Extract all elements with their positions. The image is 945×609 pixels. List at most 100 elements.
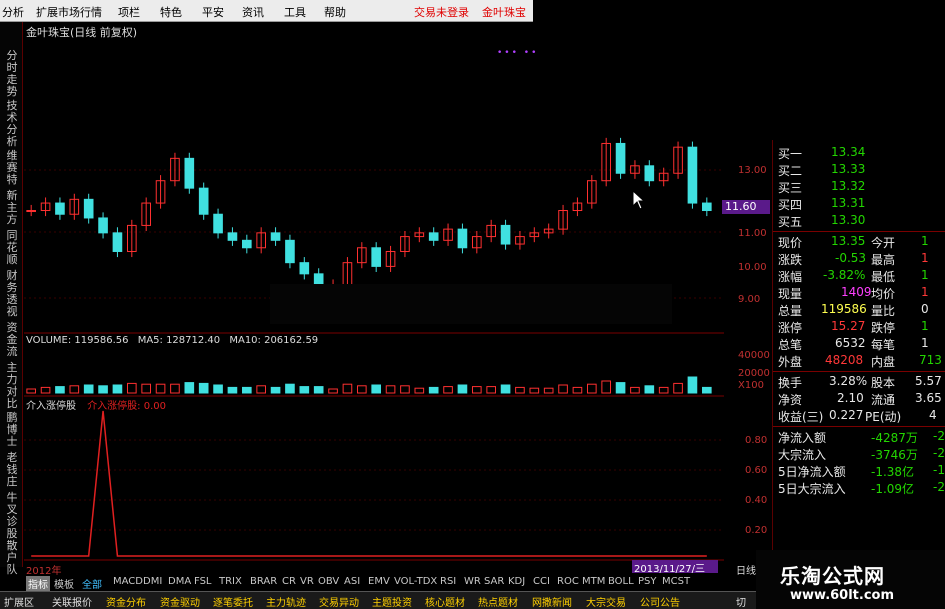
tab-psy[interactable]: PSY bbox=[638, 576, 657, 587]
tab-emv[interactable]: EMV bbox=[368, 576, 390, 587]
tab-obv[interactable]: OBV bbox=[318, 576, 339, 587]
tab-boll[interactable]: BOLL bbox=[608, 576, 634, 587]
volume-bar bbox=[500, 384, 511, 394]
volume-bar bbox=[112, 384, 123, 394]
tab-asi[interactable]: ASI bbox=[344, 576, 360, 587]
quote-panel: 买一 13.34 买二 13.33 买三 13.32 买四 13.31 买五 1… bbox=[772, 140, 945, 560]
sidebar-item-weisaite[interactable]: 维赛特 bbox=[5, 150, 19, 186]
menu-help[interactable]: 帮助 bbox=[324, 4, 346, 20]
tab-cci[interactable]: CCI bbox=[533, 576, 550, 587]
bottom-tab-capital-driver[interactable]: 资金驱动 bbox=[160, 594, 200, 609]
tab-rsi[interactable]: RSI bbox=[440, 576, 456, 587]
flow-label: 5日大宗流入 bbox=[778, 482, 846, 496]
sidebar-item-pengboshi[interactable]: 鹏博士 bbox=[5, 412, 19, 448]
bottom-tab-block-trade[interactable]: 大宗交易 bbox=[586, 594, 626, 609]
menu-tools[interactable]: 工具 bbox=[284, 4, 306, 20]
volume-bar bbox=[98, 385, 108, 394]
sidebar-item-retail[interactable]: 散户队 bbox=[5, 540, 19, 576]
bottom-tab-theme-investment[interactable]: 主题投资 bbox=[372, 594, 412, 609]
bottom-tab-capital-distribution[interactable]: 资金分布 bbox=[106, 594, 146, 609]
bottom-tab-extended[interactable]: 扩展区 bbox=[4, 594, 34, 609]
sidebar-item-main-force[interactable]: 主力对比 bbox=[5, 362, 19, 410]
tab-dmi[interactable]: DMI bbox=[143, 576, 162, 587]
fund-row: 净资 2.10 流通 3.65 bbox=[773, 391, 945, 408]
menu-bar: 分析 扩展市场行情 项栏 特色 平安 资讯 工具 帮助 交易未登录 金叶珠宝 bbox=[0, 0, 533, 22]
stat-label: PE(动) bbox=[865, 410, 902, 424]
tab-fsl[interactable]: FSL bbox=[194, 576, 212, 587]
sidebar-item-diagnosis[interactable]: 牛叉诊股 bbox=[5, 492, 19, 540]
tab-template[interactable]: 模板 bbox=[54, 576, 74, 591]
kline-chart[interactable] bbox=[24, 36, 724, 571]
candle-body bbox=[702, 202, 712, 212]
tab-macd[interactable]: MACD bbox=[113, 576, 143, 587]
tab-mcst[interactable]: MCST bbox=[662, 576, 690, 587]
candle-body bbox=[184, 157, 195, 189]
sidebar-item-intraday[interactable]: 分时走势 bbox=[5, 50, 19, 98]
tab-kdj[interactable]: KDJ bbox=[508, 576, 525, 587]
menu-extended-market[interactable]: 扩展市场行情 bbox=[36, 4, 102, 20]
bottom-tab-related-quotes[interactable]: 关联报价 bbox=[52, 594, 92, 609]
menu-pingan[interactable]: 平安 bbox=[202, 4, 224, 20]
indicator-grid bbox=[24, 439, 724, 531]
bottom-tab-core-theme[interactable]: 核心题材 bbox=[425, 594, 465, 609]
sidebar-item-xinzhufang[interactable]: 新主方 bbox=[5, 190, 19, 226]
tab-all[interactable]: 全部 bbox=[82, 576, 102, 591]
occluded-strip bbox=[270, 284, 672, 324]
volume-bar bbox=[644, 385, 655, 394]
sidebar-item-tonghuashun[interactable]: 同花顺 bbox=[5, 230, 19, 266]
period-label[interactable]: 日线 bbox=[736, 562, 756, 577]
menu-features[interactable]: 特色 bbox=[160, 4, 182, 20]
bottom-tab-announcements[interactable]: 公司公告 bbox=[640, 594, 680, 609]
volume-bar bbox=[587, 383, 597, 394]
tab-cr[interactable]: CR bbox=[282, 576, 296, 587]
bottom-tab-switch[interactable]: 切 bbox=[736, 594, 746, 609]
bottom-tab-trade-anomaly[interactable]: 交易异动 bbox=[319, 594, 359, 609]
tab-roc[interactable]: ROC bbox=[557, 576, 579, 587]
stat-row: 涨幅 -3.82% 最低 1 bbox=[773, 268, 945, 285]
bid-label: 买三 bbox=[778, 181, 803, 195]
tab-indicator[interactable]: 指标 bbox=[26, 576, 50, 591]
stat-label: 现量 bbox=[778, 287, 803, 301]
bid-row: 买四 13.31 bbox=[773, 196, 943, 213]
stat-label: 外盘 bbox=[778, 355, 803, 369]
tab-vol-tdx[interactable]: VOL-TDX bbox=[394, 576, 437, 587]
stat-value: -0.53 bbox=[835, 251, 867, 265]
tab-mtm[interactable]: MTM bbox=[582, 576, 605, 587]
tab-brar[interactable]: BRAR bbox=[250, 576, 277, 587]
stat-value: 4 bbox=[929, 408, 937, 422]
tab-wr[interactable]: WR bbox=[464, 576, 481, 587]
indicator-tick: 0.80 bbox=[745, 435, 768, 446]
bottom-tab-news[interactable]: 网撒新闻 bbox=[532, 594, 572, 609]
stat-value: 0.227 bbox=[829, 408, 864, 422]
stat-row: 涨跌 -0.53 最高 1 bbox=[773, 251, 945, 268]
candle-body bbox=[213, 213, 223, 234]
tab-trix[interactable]: TRIX bbox=[219, 576, 242, 587]
tab-sar[interactable]: SAR bbox=[484, 576, 504, 587]
tab-vr[interactable]: VR bbox=[300, 576, 314, 587]
bottom-tab-order-by-order[interactable]: 逐笔委托 bbox=[213, 594, 253, 609]
volume-bar bbox=[170, 383, 180, 394]
sidebar-item-technical[interactable]: 技术分析 bbox=[5, 100, 19, 148]
stat-row: 现价 13.35 今开 1 bbox=[773, 234, 945, 251]
trade-login-status[interactable]: 交易未登录 bbox=[414, 4, 469, 20]
volume-bar bbox=[83, 384, 94, 394]
bottom-tab-hot-theme[interactable]: 热点题材 bbox=[478, 594, 518, 609]
menu-analysis[interactable]: 分析 bbox=[2, 4, 24, 20]
stat-label: 流通 bbox=[871, 393, 896, 407]
tab-dma[interactable]: DMA bbox=[168, 576, 191, 587]
candle-body bbox=[371, 247, 381, 267]
sidebar-item-laoqianzhuang[interactable]: 老钱庄 bbox=[5, 452, 19, 488]
bid-price: 13.33 bbox=[831, 162, 866, 176]
bid-price: 13.31 bbox=[831, 196, 866, 210]
menu-news[interactable]: 资讯 bbox=[242, 4, 264, 20]
volume-tick: 20000 bbox=[738, 368, 770, 379]
current-stock-name: 金叶珠宝 bbox=[482, 6, 526, 19]
fund-row: 收益(三) 0.227 PE(动) 4 bbox=[773, 408, 945, 425]
sidebar-item-financial[interactable]: 财务透视 bbox=[5, 270, 19, 318]
menu-columns[interactable]: 项栏 bbox=[118, 4, 140, 20]
volume-bar bbox=[127, 382, 137, 394]
bid-price: 13.34 bbox=[831, 145, 866, 159]
candle-body bbox=[687, 146, 698, 204]
bottom-tab-main-force-track[interactable]: 主力轨迹 bbox=[266, 594, 306, 609]
sidebar-item-capital-flow[interactable]: 资金流 bbox=[5, 322, 19, 358]
